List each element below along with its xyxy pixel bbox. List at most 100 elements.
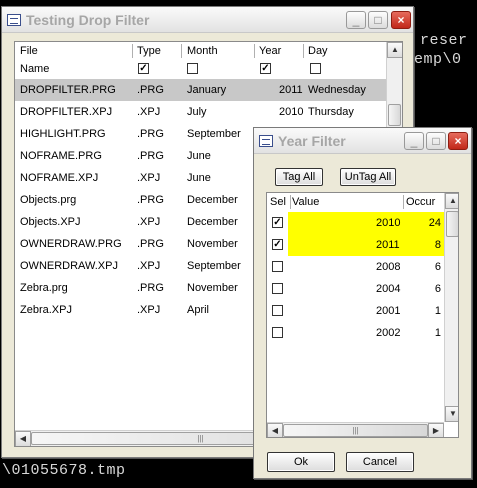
year-select-checkbox[interactable]: ✓	[272, 217, 283, 228]
filter-row-label: Name	[20, 63, 50, 75]
app-icon	[7, 14, 21, 26]
year-rows: ✓ 2010 24 ✓ 2011 8 2008 6 2004 6 2001 1 2002 1	[267, 212, 444, 422]
column-header-file[interactable]: File	[20, 42, 38, 60]
month-cell: April	[187, 304, 210, 316]
hscroll-grip: |||	[197, 434, 204, 443]
year-row[interactable]: 2004 6	[267, 278, 444, 300]
file-cell: Zebra.XPJ	[20, 304, 72, 316]
year-scroll-up-button[interactable]: ▲	[445, 193, 458, 209]
file-cell: NOFRAME.XPJ	[20, 172, 99, 184]
year-filter-title: Year Filter	[278, 133, 346, 149]
month-cell: January	[187, 84, 227, 96]
type-cell: .PRG	[137, 150, 164, 162]
month-cell: November	[187, 282, 238, 294]
console-line-3: \01055678.tmp	[2, 462, 126, 479]
year-value: 2008	[376, 261, 401, 273]
cancel-button[interactable]: Cancel	[346, 452, 414, 472]
console-line-2: emp\0	[414, 51, 462, 68]
year-occurrences: 6	[434, 283, 441, 295]
year-row[interactable]: 2002 1	[267, 322, 444, 344]
month-cell: July	[187, 106, 207, 118]
year-select-checkbox[interactable]	[272, 283, 283, 294]
file-cell: NOFRAME.PRG	[20, 150, 102, 162]
year-row[interactable]: 2001 1	[267, 300, 444, 322]
dialog-maximize-button[interactable]: □	[426, 132, 446, 150]
year-scroll-right-button[interactable]: ▶	[428, 423, 444, 437]
year-hscroll-thumb[interactable]: |||	[283, 424, 428, 437]
year-row[interactable]: ✓ 2011 8	[267, 234, 444, 256]
file-cell: Zebra.prg	[20, 282, 68, 294]
year-value: 2002	[376, 327, 401, 339]
file-cell: Objects.XPJ	[20, 216, 81, 228]
year-select-checkbox[interactable]	[272, 327, 283, 338]
filter-row: Name ✓ ✓	[15, 60, 386, 78]
column-header-day[interactable]: Day	[308, 42, 328, 60]
month-cell: December	[187, 194, 238, 206]
dialog-minimize-button[interactable]: _	[404, 132, 424, 150]
year-list[interactable]: Sel Value Occur ✓ 2010 24 ✓ 2011 8 2008 6 2004 6 2…	[266, 192, 459, 438]
ok-button[interactable]: Ok	[267, 452, 335, 472]
column-header-occur[interactable]: Occur	[406, 193, 435, 211]
year-value: 2011	[376, 239, 400, 251]
untag-all-button[interactable]: UnTag All	[340, 168, 396, 186]
type-cell: .PRG	[137, 128, 164, 140]
column-header-month[interactable]: Month	[187, 42, 218, 60]
dialog-icon	[259, 135, 273, 147]
type-cell: .XPJ	[137, 304, 161, 316]
file-cell: DROPFILTER.PRG	[20, 84, 116, 96]
year-hscroll-grip: |||	[352, 426, 359, 435]
year-select-checkbox[interactable]	[272, 305, 283, 316]
scroll-up-button[interactable]: ▲	[387, 42, 402, 58]
close-button[interactable]: ×	[391, 11, 411, 29]
file-cell: HIGHLIGHT.PRG	[20, 128, 106, 140]
year-filter-checkbox[interactable]: ✓	[260, 63, 271, 74]
type-cell: .XPJ	[137, 216, 161, 228]
column-header-sel[interactable]: Sel	[270, 193, 286, 211]
year-scroll-down-button[interactable]: ▼	[445, 406, 458, 422]
tag-all-button[interactable]: Tag All	[275, 168, 323, 186]
month-cell: November	[187, 238, 238, 250]
row-highlight	[288, 234, 444, 256]
day-cell: Thursday	[308, 106, 354, 118]
day-cell: Wednesday	[308, 84, 366, 96]
day-filter-checkbox[interactable]	[310, 63, 321, 74]
month-cell: June	[187, 150, 211, 162]
scroll-thumb[interactable]	[388, 104, 401, 126]
year-scroll-left-button[interactable]: ◀	[267, 423, 283, 437]
type-cell: .PRG	[137, 84, 164, 96]
table-row[interactable]: DROPFILTER.XPJ .XPJ July 2010 Thursday	[15, 101, 386, 123]
month-cell: December	[187, 216, 238, 228]
maximize-button[interactable]: □	[368, 11, 388, 29]
file-cell: Objects.prg	[20, 194, 77, 206]
type-cell: .XPJ	[137, 106, 161, 118]
dialog-close-button[interactable]: ×	[448, 132, 468, 150]
year-value: 2004	[376, 283, 401, 295]
minimize-button[interactable]: _	[346, 11, 366, 29]
table-row[interactable]: DROPFILTER.PRG .PRG January 2011 Wednesday	[15, 79, 386, 101]
year-occurrences: 6	[434, 261, 441, 273]
type-cell: .PRG	[137, 194, 164, 206]
month-filter-checkbox[interactable]	[187, 63, 198, 74]
column-header-type[interactable]: Type	[137, 42, 161, 60]
year-row[interactable]: ✓ 2010 24	[267, 212, 444, 234]
main-titlebar[interactable]: Testing Drop Filter _ □ ×	[2, 7, 413, 33]
year-list-hscroll[interactable]: ◀ ||| ▶	[267, 422, 444, 437]
type-cell: .PRG	[137, 238, 164, 250]
scroll-left-button[interactable]: ◀	[15, 431, 31, 446]
file-list-header: File Type Month Year Day	[15, 42, 386, 60]
year-value: 2010	[376, 217, 401, 229]
year-select-checkbox[interactable]: ✓	[272, 239, 283, 250]
type-cell: .XPJ	[137, 260, 161, 272]
year-occurrences: 1	[434, 305, 441, 317]
year-occurrences: 24	[428, 217, 441, 229]
type-filter-checkbox[interactable]: ✓	[138, 63, 149, 74]
year-select-checkbox[interactable]	[272, 261, 283, 272]
column-header-value[interactable]: Value	[292, 193, 319, 211]
file-cell: DROPFILTER.XPJ	[20, 106, 113, 118]
year-row[interactable]: 2008 6	[267, 256, 444, 278]
year-scroll-thumb[interactable]	[446, 211, 458, 237]
year-list-vscroll[interactable]: ▲ ▼	[444, 193, 458, 422]
column-header-year[interactable]: Year	[259, 42, 281, 60]
year-filter-titlebar[interactable]: Year Filter _ □ ×	[254, 128, 471, 154]
year-filter-dialog: Year Filter _ □ × Tag All UnTag All Sel …	[253, 127, 472, 479]
